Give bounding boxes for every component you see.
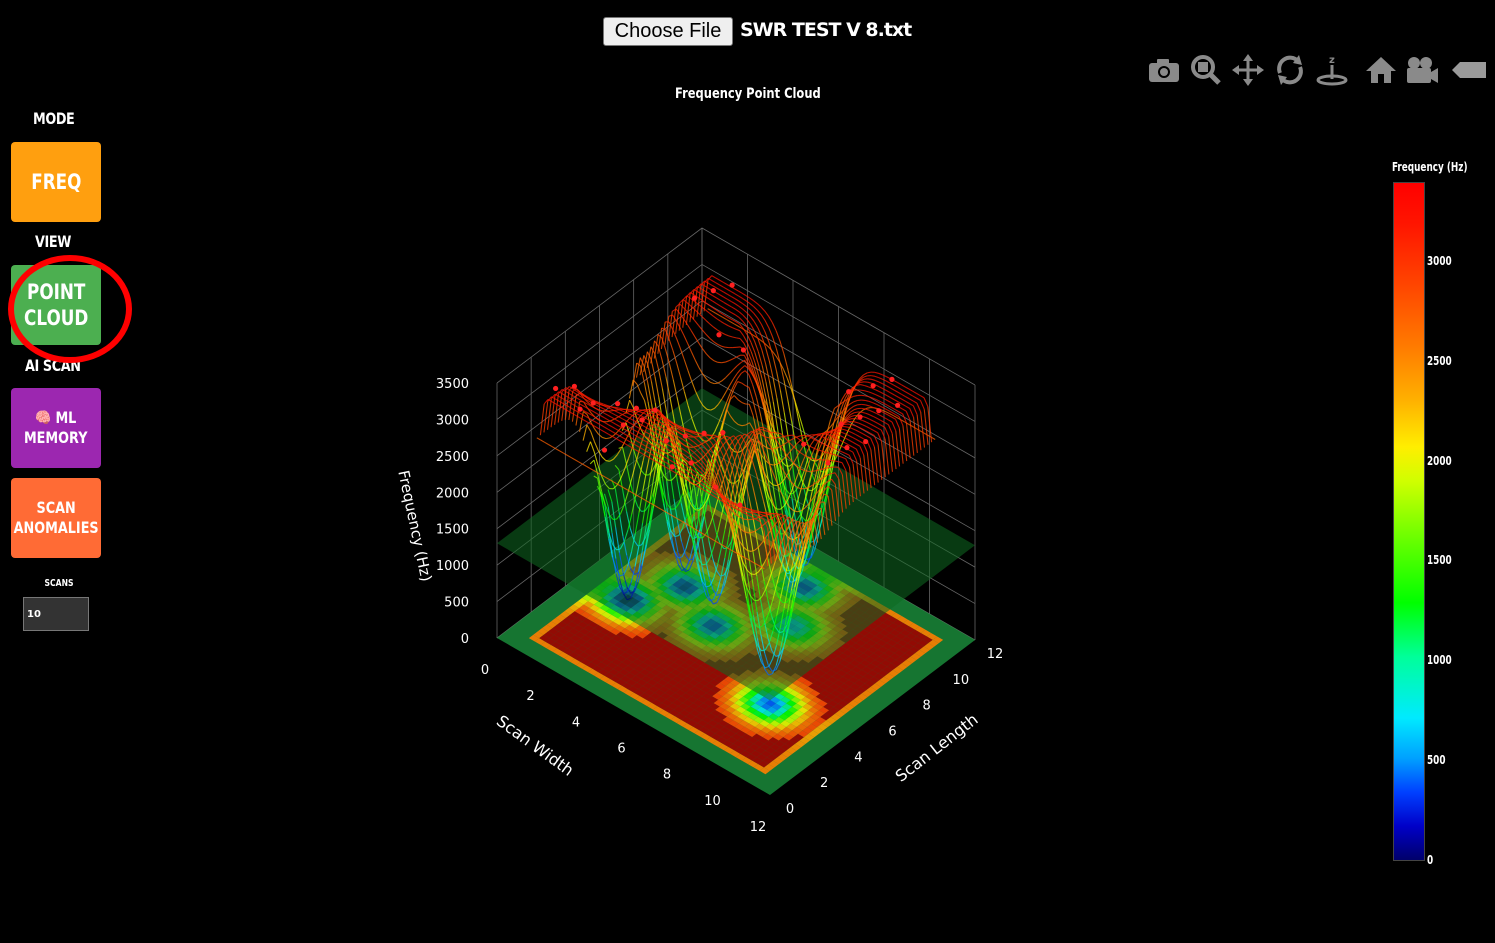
z-tick-label: 3000: [436, 413, 469, 428]
colorbar-title: Frequency (Hz): [1392, 160, 1468, 174]
frequency-point-cloud-plot[interactable]: 0 500 1000 1500 2000 2500 3000 3500 0 2 4 6 8 10 12 0 2 4…: [0, 0, 1495, 943]
z-tick-label: 1000: [436, 559, 469, 574]
z-tick-label: 500: [444, 596, 469, 611]
x-tick-label: 6: [617, 742, 625, 757]
x-tick-label: 4: [572, 715, 580, 730]
z-tick-label: 2000: [436, 486, 469, 501]
z-tick-label: 2500: [436, 450, 469, 465]
y-tick-label: 0: [786, 802, 794, 817]
colorbar-tick-label: 500: [1427, 753, 1446, 768]
x-tick-label: 2: [526, 689, 534, 704]
y-tick-label: 4: [854, 750, 862, 765]
z-tick-label: 0: [461, 632, 469, 647]
colorbar-tick-label: 3000: [1427, 253, 1452, 268]
x-tick-label: 10: [704, 794, 721, 809]
x-tick-label: 0: [481, 663, 489, 678]
y-tick-label: 10: [953, 673, 970, 688]
z-axis-title: Frequency (Hz): [394, 469, 435, 583]
x-tick-label: 12: [750, 820, 767, 835]
colorbar-tick-label: 0: [1427, 853, 1434, 867]
y-tick-label: 12: [987, 647, 1004, 662]
colorbar-tick-label: 2000: [1427, 453, 1452, 468]
x-tick-label: 8: [663, 768, 671, 783]
colorbar-tick-label: 1000: [1427, 653, 1452, 668]
z-tick-label: 1500: [436, 523, 469, 538]
colorbar: [1393, 182, 1425, 861]
x-axis-title: Scan Width: [493, 711, 577, 780]
y-tick-label: 2: [820, 776, 828, 791]
y-tick-label: 8: [923, 699, 931, 714]
colorbar-tick-label: 2500: [1427, 353, 1452, 368]
y-tick-label: 6: [888, 725, 896, 740]
colorbar-tick-label: 1500: [1427, 553, 1452, 568]
y-axis-title: Scan Length: [892, 710, 982, 786]
z-tick-label: 3500: [436, 377, 469, 392]
